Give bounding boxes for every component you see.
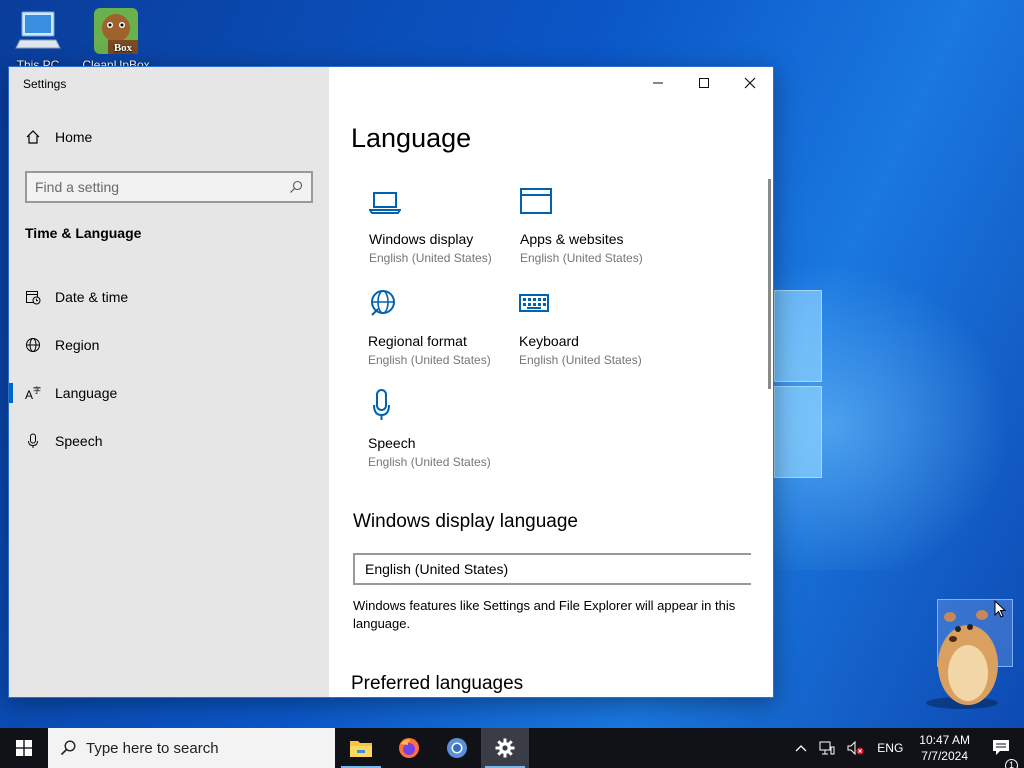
clock-time: 10:47 AM [919,733,970,747]
page-title: Language [351,123,472,153]
microphone-icon [368,389,518,425]
tile-speech[interactable]: Speech English (United States) [368,389,518,469]
section-title: Time & Language [25,225,142,241]
tray-network[interactable] [813,741,841,755]
home-icon [26,130,40,144]
display-language-value: English (United States) [365,561,509,577]
sidebar-item-region[interactable]: Region [9,321,329,369]
display-language-dropdown[interactable]: English (United States) [353,553,751,585]
search-icon [60,740,76,756]
taskbar-file-explorer[interactable] [337,728,385,768]
tile-keyboard[interactable]: Keyboard English (United States) [519,287,669,367]
keyboard-icon [519,287,669,323]
notification-icon [993,740,1009,755]
tray-language[interactable]: ENG [871,741,909,755]
file-explorer-icon [350,741,372,757]
tile-windows-display[interactable]: Windows display English (United States) [368,185,519,265]
notification-count-badge: 1 [1005,759,1018,768]
chromium-icon [447,738,467,758]
find-setting-search[interactable] [25,171,313,203]
window-icon [520,185,670,221]
firefox-icon [399,738,419,758]
content-scrollbar[interactable] [768,179,771,389]
search-icon [290,180,303,193]
desktop-icon-cleanupbox[interactable]: Box CleanUpBox [78,8,154,72]
calendar-clock-icon [25,289,41,305]
nav-home[interactable]: Home [25,129,92,145]
sidebar-item-language[interactable]: A字 Language [9,369,329,417]
nav-home-label: Home [55,129,93,145]
tray-overflow-button[interactable] [789,744,813,752]
sidebar-item-label: Speech [55,433,103,449]
language-icon: A字 [25,385,41,401]
desktop-icon-this-pc[interactable]: This PC [0,8,76,72]
network-icon [819,741,835,755]
tile-label: Keyboard [519,333,579,349]
tile-sublabel: English (United States) [368,455,491,469]
settings-icon [495,738,515,758]
find-setting-input[interactable] [35,179,289,195]
computer-icon [14,8,62,56]
laptop-icon [368,185,519,221]
preferred-languages-heading: Preferred languages [351,673,524,694]
sidebar-nav: Date & time Region A字 Language Speech [9,273,329,465]
globe-icon [368,287,518,323]
tray-clock[interactable]: 10:47 AM 7/7/2024 [909,732,980,764]
svg-text:A: A [25,388,33,401]
taskbar-firefox[interactable] [385,728,433,768]
action-center-button[interactable]: 1 [980,739,1024,768]
chevron-up-icon [795,745,807,752]
taskbar: Type here to search ENG 10:47 AM 7/7/202… [0,728,1024,768]
display-language-description: Windows features like Settings and File … [353,598,736,631]
display-language-heading: Windows display language [353,511,578,532]
tile-sublabel: English (United States) [520,251,643,265]
clock-date: 7/7/2024 [921,749,968,763]
tile-sublabel: English (United States) [519,353,642,367]
tile-apps-websites[interactable]: Apps & websites English (United States) [520,185,670,265]
settings-sidebar: Settings Home Time & Language Date & tim… [9,67,329,697]
svg-text:字: 字 [33,385,41,395]
settings-window: Settings Home Time & Language Date & tim… [8,66,774,698]
tile-label: Speech [368,435,416,451]
windows-wallpaper-logo [774,290,822,480]
tile-regional-format[interactable]: Regional format English (United States) [368,287,518,367]
tile-label: Windows display [369,231,474,247]
sidebar-item-label: Language [55,385,118,401]
system-tray: ENG 10:47 AM 7/7/2024 1 [789,728,1024,768]
volume-muted-icon [847,741,864,755]
taskbar-search-placeholder: Type here to search [86,739,219,757]
tile-label: Regional format [368,333,467,349]
sidebar-item-label: Date & time [55,289,129,305]
taskbar-search-box[interactable]: Type here to search [48,728,335,768]
windows-start-icon [16,740,32,756]
sidebar-item-date-time[interactable]: Date & time [9,273,329,321]
taskbar-settings[interactable] [481,728,529,768]
tile-label: Apps & websites [520,231,624,247]
svg-text:Box: Box [114,42,133,54]
tile-sublabel: English (United States) [368,353,491,367]
settings-content: Language Windows display English (United… [329,67,773,697]
tile-sublabel: English (United States) [369,251,492,265]
start-button[interactable] [0,728,48,768]
sidebar-item-label: Region [55,337,100,353]
beaver-app-icon: Box [92,8,140,56]
taskbar-chromium[interactable] [433,728,481,768]
tray-volume[interactable] [841,741,871,755]
microphone-icon [25,433,41,449]
mouse-cursor [994,599,1007,623]
sidebar-item-speech[interactable]: Speech [9,417,329,465]
globe-icon [25,337,41,353]
window-title: Settings [23,77,67,91]
